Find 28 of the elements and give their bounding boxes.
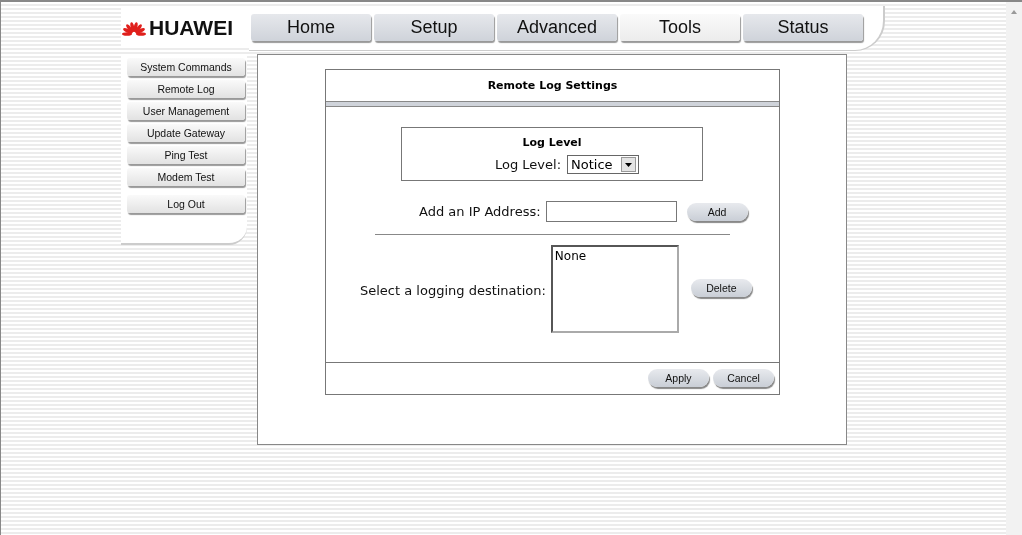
sidebar-button[interactable]: User Management [127, 102, 245, 120]
nav-tab[interactable]: Status [743, 13, 863, 41]
log-out-button[interactable]: Log Out [127, 195, 245, 213]
group-title: Log Level [521, 136, 583, 149]
brand-name: HUAWEI [149, 16, 233, 40]
destination-list[interactable]: None [550, 245, 679, 333]
field-label: Select a logging destination: [360, 283, 546, 298]
nav-tab[interactable]: Tools [620, 13, 740, 41]
nav-tab[interactable]: Setup [374, 13, 494, 41]
sidebar-button[interactable]: System Commands [127, 58, 245, 76]
footer-button[interactable]: Apply [648, 369, 709, 387]
field-label: Log Level: [494, 157, 562, 172]
sidebar-button[interactable]: Modem Test [127, 168, 245, 186]
nav-tab[interactable]: Home [251, 13, 371, 41]
add-button[interactable]: Add [686, 202, 748, 221]
sidebar-button[interactable]: Remote Log [127, 80, 245, 98]
nav-tab[interactable]: Advanced [497, 13, 617, 41]
list-option[interactable]: None [554, 249, 675, 263]
field-label: Add an IP Address: [419, 204, 541, 219]
logo-icon [121, 19, 147, 37]
sidebar-button[interactable]: Ping Test [127, 146, 245, 164]
scrollbar-drawing[interactable] [1006, 2, 1022, 535]
delete-button[interactable]: Delete [690, 279, 752, 297]
settings-title: Remote Log Settings [486, 78, 619, 94]
log-level-dropdown[interactable]: Notice [567, 155, 640, 174]
ip-address-field[interactable] [545, 201, 677, 222]
footer-button[interactable]: Cancel [713, 369, 774, 387]
sidebar-button[interactable]: Update Gateway [127, 124, 245, 142]
